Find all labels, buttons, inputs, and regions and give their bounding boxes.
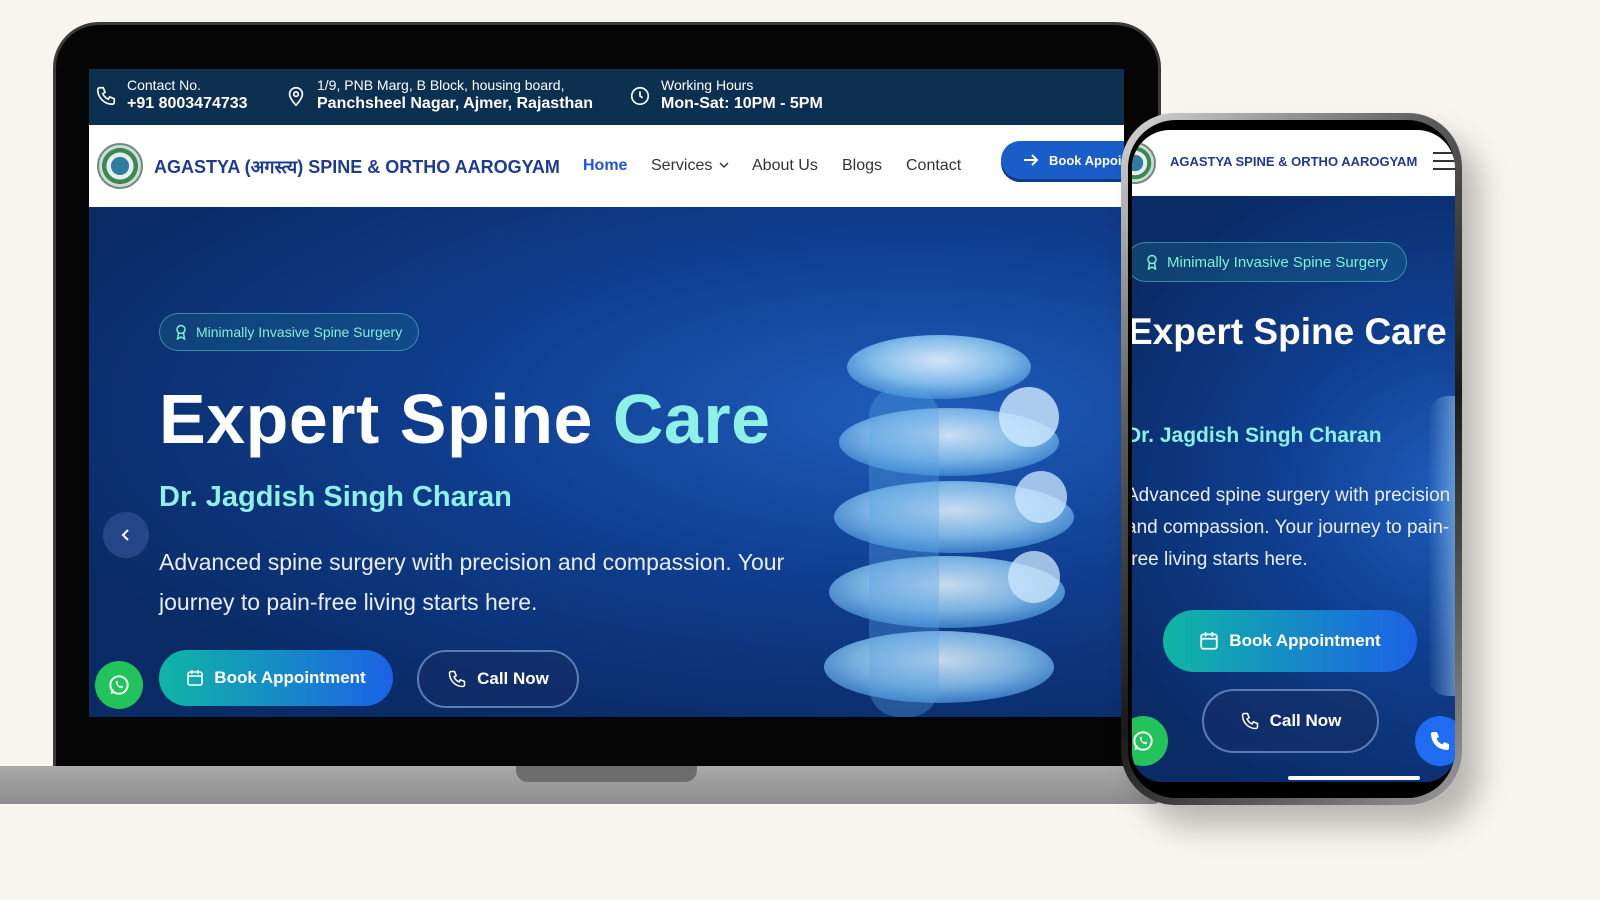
award-icon: [1147, 254, 1157, 270]
phone-home-indicator: [1288, 776, 1420, 780]
phone-hero-description: Advanced spine surgery with precision an…: [1132, 485, 1451, 570]
nav-book-label: Book Appoin: [1049, 152, 1124, 168]
phone-whatsapp-button[interactable]: [1132, 716, 1168, 766]
hero-title: Expert Spine Care: [159, 379, 771, 459]
laptop-screen: Contact No. +91 8003474733 1/9, PNB Marg…: [89, 69, 1124, 717]
arrow-right-icon: [1024, 154, 1039, 166]
hero-title-main: Expert Spine: [159, 380, 613, 458]
hours-value: Mon-Sat: 10PM - 5PM: [661, 95, 823, 112]
brand-name[interactable]: AGASTYA (अगस्त्य) SPINE & ORTHO AAROGYAM: [154, 155, 560, 179]
clock-icon: [630, 86, 650, 106]
hero-badge: Minimally Invasive Spine Surgery: [159, 313, 420, 351]
nav-home[interactable]: Home: [583, 157, 627, 175]
phone-book-appointment-label: Book Appointment: [1229, 631, 1381, 650]
contact-info[interactable]: Contact No. +91 8003474733: [95, 75, 248, 115]
phone-icon: [448, 670, 466, 688]
phone-call-now-label: Call Now: [1269, 711, 1342, 730]
phone-hero-title: Expert Spine Care: [1132, 311, 1447, 352]
nav-about-us[interactable]: About Us: [752, 157, 818, 175]
phone-brand-name[interactable]: AGASTYA SPINE & ORTHO AAROGYAM: [1170, 154, 1417, 169]
book-appointment-button[interactable]: Book Appointment: [159, 650, 393, 706]
hamburger-menu-icon[interactable]: [1433, 152, 1455, 172]
calendar-icon: [1200, 632, 1218, 650]
phone-clinic-logo[interactable]: [1132, 142, 1156, 184]
nav-contact[interactable]: Contact: [906, 157, 961, 175]
address-line-1: 1/9, PNB Marg, B Block, housing board,: [317, 77, 565, 93]
whatsapp-button[interactable]: [95, 661, 143, 709]
main-navbar: AGASTYA (अगस्त्य) SPINE & ORTHO AAROGYAM…: [89, 125, 1124, 207]
phone-book-appointment-button[interactable]: Book Appointment: [1163, 610, 1417, 672]
calendar-icon: [187, 670, 204, 686]
whatsapp-icon: [1133, 731, 1153, 751]
laptop-notch: [516, 766, 697, 782]
chevron-left-icon: [121, 529, 129, 541]
nav-services[interactable]: Services: [651, 157, 729, 175]
hero-description: Advanced spine surgery with precision an…: [159, 549, 785, 615]
book-appointment-label: Book Appointment: [214, 668, 366, 687]
hours-label: Working Hours: [661, 77, 754, 93]
whatsapp-icon: [109, 675, 129, 695]
phone-screen: AGASTYA SPINE & ORTHO AAROGYAM Minimally…: [1132, 130, 1455, 782]
chevron-down-icon: [719, 162, 729, 168]
phone-navbar: AGASTYA SPINE & ORTHO AAROGYAM: [1132, 130, 1455, 196]
nav-blogs[interactable]: Blogs: [842, 157, 882, 175]
phone-icon: [1431, 732, 1449, 750]
hero-section: Minimally Invasive Spine Surgery Expert …: [89, 207, 1124, 717]
location-pin-icon: [288, 86, 304, 107]
carousel-prev-button[interactable]: [103, 512, 149, 558]
address-info: 1/9, PNB Marg, B Block, housing board, P…: [285, 75, 593, 115]
call-now-label: Call Now: [477, 669, 549, 688]
hours-info: Working Hours Mon-Sat: 10PM - 5PM: [629, 75, 823, 115]
phone-call-now-button[interactable]: Call Now: [1202, 689, 1379, 753]
phone-hero-badge-label: Minimally Invasive Spine Surgery: [1167, 253, 1388, 271]
phone-icon: [1241, 712, 1258, 730]
top-info-bar: Contact No. +91 8003474733 1/9, PNB Marg…: [89, 69, 1124, 125]
contact-label: Contact No.: [127, 77, 201, 93]
nav-services-label: Services: [651, 157, 713, 174]
phone-hero-badge: Minimally Invasive Spine Surgery: [1132, 242, 1407, 282]
clinic-logo[interactable]: [97, 143, 143, 189]
call-now-button[interactable]: Call Now: [417, 650, 579, 708]
hero-badge-label: Minimally Invasive Spine Surgery: [196, 324, 403, 340]
phone-floating-call-button[interactable]: [1415, 716, 1455, 766]
hero-title-accent: Care: [612, 380, 771, 458]
contact-number[interactable]: +91 8003474733: [127, 93, 248, 115]
hero-doctor-name: Dr. Jagdish Singh Charan: [159, 481, 512, 513]
phone-icon: [96, 86, 116, 106]
award-icon: [176, 324, 186, 340]
spine-illustration: [824, 335, 1074, 717]
phone-hero-section: Minimally Invasive Spine Surgery Expert …: [1132, 196, 1455, 782]
nav-book-appointment-button[interactable]: Book Appoin: [1001, 141, 1124, 179]
phone-hero-doctor-name: Dr. Jagdish Singh Charan: [1132, 424, 1382, 447]
address-line-2: Panchsheel Nagar, Ajmer, Rajasthan: [317, 95, 593, 112]
